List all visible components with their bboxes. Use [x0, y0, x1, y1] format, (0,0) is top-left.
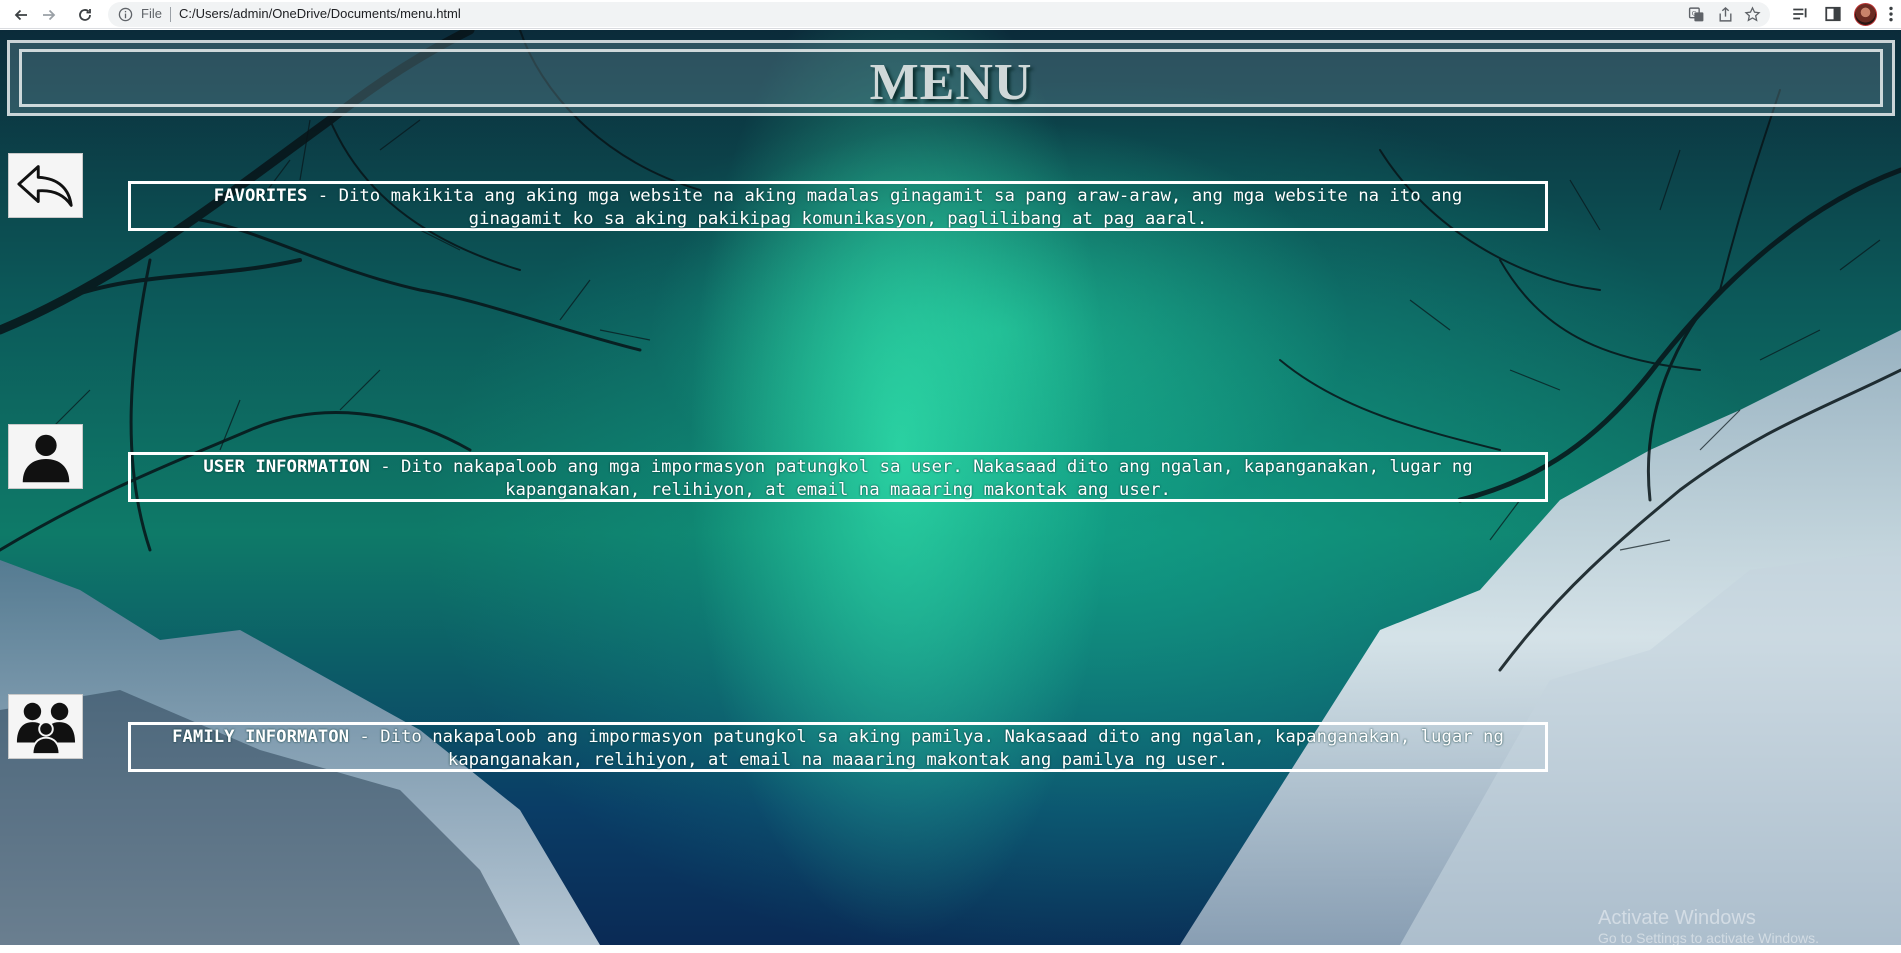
- omnibox-divider: [170, 7, 171, 22]
- browser-toolbar: File C:/Users/admin/OneDrive/Documents/m…: [0, 0, 1901, 29]
- favorites-description-box[interactable]: FAVORITES - Dito makikita ang aking mga …: [128, 181, 1548, 231]
- family-information-button[interactable]: [8, 694, 83, 759]
- user-information-button[interactable]: [8, 424, 83, 489]
- profile-avatar[interactable]: [1854, 3, 1877, 26]
- user-information-label: USER INFORMATION: [203, 457, 370, 477]
- family-information-description-line2: kapanganakan, relihiyon, at email na maa…: [447, 750, 1229, 770]
- back-arrow-icon: [16, 164, 73, 207]
- user-information-description-line1: USER INFORMATION - Dito nakapaloob ang m…: [131, 456, 1545, 479]
- reading-list-icon[interactable]: [1791, 5, 1809, 23]
- favorites-description-line1: FAVORITES - Dito makikita ang aking mga …: [131, 185, 1545, 208]
- menu-header-banner: MENU: [7, 40, 1895, 116]
- user-information-description-box[interactable]: USER INFORMATION - Dito nakapaloob ang m…: [128, 452, 1548, 502]
- favorites-description-line2: ginagamit ko sa aking pakikipag komunika…: [468, 209, 1208, 229]
- family-icon: [16, 702, 75, 755]
- arrow-left-icon: [14, 9, 27, 21]
- family-information-description-box[interactable]: FAMILY INFORMATON - Dito nakapaloob ang …: [128, 722, 1548, 772]
- info-icon[interactable]: [118, 7, 133, 22]
- page-title: MENU: [869, 54, 1033, 111]
- watermark-line1: Activate Windows: [1598, 907, 1756, 929]
- back-button-favorites[interactable]: [8, 153, 83, 218]
- reload-icon: [79, 9, 91, 21]
- file-scheme-label: File: [141, 6, 162, 21]
- svg-text:G: G: [1692, 10, 1697, 18]
- user-information-description-text: - Dito nakapaloob ang mga impormasyon pa…: [369, 457, 1473, 477]
- bookmark-star-icon[interactable]: [1744, 6, 1761, 23]
- translate-icon[interactable]: G: [1688, 6, 1705, 23]
- favorites-label: FAVORITES: [213, 186, 308, 206]
- family-information-label: FAMILY INFORMATON: [172, 727, 349, 747]
- side-panel-icon[interactable]: [1824, 5, 1842, 23]
- activate-windows-watermark: Activate Windows Go to Settings to activ…: [1598, 907, 1819, 945]
- back-button[interactable]: [9, 3, 33, 27]
- more-options-icon[interactable]: [1882, 5, 1900, 23]
- user-information-description-line2: kapanganakan, relihiyon, at email na maa…: [505, 480, 1171, 500]
- family-information-description-line1: FAMILY INFORMATON - Dito nakapaloob ang …: [131, 726, 1545, 749]
- page-viewport: MENU FAVORITES - Dito makikita ang aking…: [0, 30, 1901, 945]
- user-icon: [22, 434, 69, 482]
- forward-button[interactable]: [37, 3, 61, 27]
- favorites-description-text: - Dito makikita ang aking mga website na…: [307, 186, 1463, 206]
- address-bar[interactable]: File C:/Users/admin/OneDrive/Documents/m…: [108, 2, 1770, 27]
- reload-button[interactable]: [73, 3, 97, 27]
- arrow-right-icon: [43, 9, 56, 21]
- family-information-description-text: - Dito nakapaloob ang impormasyon patung…: [349, 727, 1504, 747]
- watermark-line2: Go to Settings to activate Windows.: [1598, 930, 1819, 945]
- share-icon[interactable]: [1717, 6, 1734, 23]
- url-text[interactable]: C:/Users/admin/OneDrive/Documents/menu.h…: [179, 6, 461, 21]
